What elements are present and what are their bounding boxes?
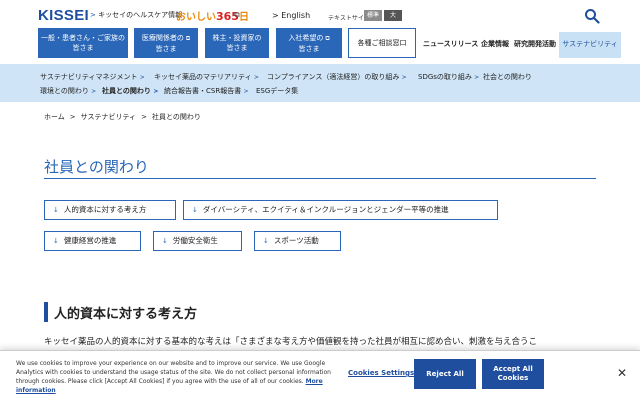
section-accent-bar [44, 302, 48, 322]
subnav-item-management[interactable]: サステナビリティマネジメント > [40, 72, 145, 82]
anchor-label: 健康経営の推進 [63, 236, 117, 245]
text-size-standard-button[interactable]: 標準 [364, 10, 382, 21]
site-header: KISSEI > キッセイのヘルスケア情報 おいしい365日 ⧉ > Engli… [0, 0, 640, 64]
anchor-health-button[interactable]: ↓ 健康経営の推進 [44, 231, 141, 251]
subnav-item-label: 社会との関わり [483, 73, 532, 81]
subnav-item-materiality[interactable]: キッセイ薬品のマテリアリティ > [154, 72, 259, 82]
text-size-large-button[interactable]: 大 [384, 10, 402, 21]
arrow-down-icon: ↓ [53, 237, 59, 245]
english-label: English [281, 11, 311, 20]
chevron-right-icon: > [139, 74, 145, 81]
chevron-right-icon: > [401, 74, 407, 81]
chevron-right-icon: > [153, 88, 159, 95]
chevron-right-icon: > [91, 88, 97, 95]
anchor-diversity-button[interactable]: ↓ ダイバーシティ、エクイティ＆インクルージョンとジェンダー平等の推進 [183, 200, 498, 220]
nav-recruit-label-1: 入社希望の [288, 34, 324, 42]
subnav-item-compliance[interactable]: コンプライアンス（適法経営）の取り組み > [267, 72, 407, 82]
nav-medical-label-2: 皆さま [155, 45, 177, 53]
chevron-right-icon: > [243, 88, 249, 95]
oishii-day: 日 [238, 12, 249, 23]
arrow-down-icon: ↓ [192, 206, 198, 214]
anchor-label: 労働安全衛生 [172, 236, 218, 245]
nav-investors-label-1: 株主・投資家の [212, 34, 262, 42]
chevron-right-icon: > [253, 74, 259, 81]
oishii-text: おいしい [176, 12, 216, 23]
cookie-message-text: We use cookies to improve your experienc… [16, 360, 331, 385]
subnav-item-sdgs[interactable]: SDGsの取り組み > [418, 72, 479, 82]
nav-patients-button[interactable]: 一般・患者さん・ご家族の 皆さま [38, 28, 128, 58]
section-title: 人的資本に対する考え方 [54, 307, 198, 322]
breadcrumb-sustainability[interactable]: サステナビリティ [81, 113, 136, 121]
anchor-label: スポーツ活動 [273, 236, 319, 245]
healthcare-info-label: キッセイのヘルスケア情報 [98, 11, 183, 19]
accept-label-2: Cookies [497, 374, 529, 382]
breadcrumb-current: 社員との関わり [152, 113, 201, 121]
nav-patients-label-1: 一般・患者さん・ご家族の [41, 34, 125, 42]
chevron-right-icon: > [474, 74, 480, 81]
subnav-item-label: SDGsの取り組み [418, 73, 472, 81]
nav-recruit-button[interactable]: 入社希望の ⧉ 皆さま [276, 28, 342, 58]
title-divider [44, 178, 596, 179]
subnav-item-label: サステナビリティマネジメント [40, 73, 138, 81]
nav-corporate-link[interactable]: 企業情報 [481, 39, 509, 49]
accept-all-cookies-button[interactable]: Accept All Cookies [482, 359, 544, 389]
english-link[interactable]: > English [272, 11, 310, 20]
arrow-down-icon: ↓ [263, 237, 269, 245]
cookie-message: We use cookies to improve your experienc… [16, 359, 346, 395]
subnav-item-employees[interactable]: 社員との関わり > [102, 86, 158, 96]
anchor-sports-button[interactable]: ↓ スポーツ活動 [254, 231, 341, 251]
healthcare-info-link[interactable]: > キッセイのヘルスケア情報 [90, 10, 182, 20]
nav-news-link[interactable]: ニュースリリース [423, 39, 478, 49]
subnav-item-label: ESGデータ集 [256, 87, 299, 95]
anchor-label: 人的資本に対する考え方 [63, 205, 147, 214]
nav-sustainability-tab[interactable]: サステナビリティ [559, 32, 621, 58]
cookie-settings-link[interactable]: Cookies Settings [348, 369, 414, 377]
subnav-item-environment[interactable]: 環境との関わり > [40, 86, 96, 96]
nav-patients-label-2: 皆さま [72, 44, 94, 52]
chevron-right-icon: > [69, 113, 76, 121]
subnav-item-esg-data[interactable]: ESGデータ集 [256, 86, 298, 96]
chevron-right-icon: > [90, 11, 96, 19]
subnav-item-society[interactable]: 社会との関わり [483, 72, 532, 82]
nav-medical-button[interactable]: 医療関係者の ⧉ 皆さま [134, 28, 198, 58]
nav-contact-button[interactable]: 各種ご相談窓口 [348, 28, 416, 58]
nav-recruit-label-2: 皆さま [298, 45, 320, 53]
subnav-item-reports[interactable]: 統合報告書・CSR報告書 > [164, 86, 248, 96]
nav-rnd-link[interactable]: 研究開発活動 [514, 39, 556, 49]
cookie-banner: We use cookies to improve your experienc… [0, 350, 640, 400]
anchor-label: ダイバーシティ、エクイティ＆インクルージョンとジェンダー平等の推進 [202, 205, 449, 214]
nav-investors-label-2: 皆さま [226, 44, 248, 52]
chevron-right-icon: > [272, 11, 279, 20]
external-link-icon: ⧉ [234, 10, 240, 19]
section-body-text: キッセイ薬品の人的資本に対する基本的な考えは「さまざまな考え方や価値観を持った社… [44, 337, 538, 347]
subnav-item-label: 環境との関わり [40, 87, 89, 95]
external-link-icon: ⧉ [185, 35, 191, 42]
nav-medical-label-1: 医療関係者の [141, 34, 184, 42]
subnav-item-label: コンプライアンス（適法経営）の取り組み [267, 73, 400, 81]
anchor-human-capital-button[interactable]: ↓ 人的資本に対する考え方 [44, 200, 176, 220]
sustainability-subnav: サステナビリティマネジメント > キッセイ薬品のマテリアリティ > コンプライア… [0, 64, 640, 102]
accept-label-1: Accept All [493, 365, 533, 373]
subnav-item-label: キッセイ薬品のマテリアリティ [154, 73, 252, 81]
nav-investors-button[interactable]: 株主・投資家の 皆さま [205, 28, 269, 58]
breadcrumb: ホーム > サステナビリティ > 社員との関わり [44, 112, 201, 122]
close-icon[interactable]: ✕ [617, 366, 627, 380]
page-title: 社員との関わり [44, 158, 149, 176]
anchor-safety-button[interactable]: ↓ 労働安全衛生 [153, 231, 242, 251]
arrow-down-icon: ↓ [53, 206, 59, 214]
kissei-logo[interactable]: KISSEI [38, 7, 89, 24]
reject-all-button[interactable]: Reject All [414, 359, 476, 389]
breadcrumb-home[interactable]: ホーム [44, 113, 65, 121]
arrow-down-icon: ↓ [162, 237, 168, 245]
chevron-right-icon: > [141, 113, 147, 121]
external-link-icon: ⧉ [325, 35, 330, 42]
search-icon[interactable] [584, 8, 600, 24]
subnav-item-label: 社員との関わり [102, 87, 151, 95]
subnav-item-label: 統合報告書・CSR報告書 [164, 87, 242, 95]
